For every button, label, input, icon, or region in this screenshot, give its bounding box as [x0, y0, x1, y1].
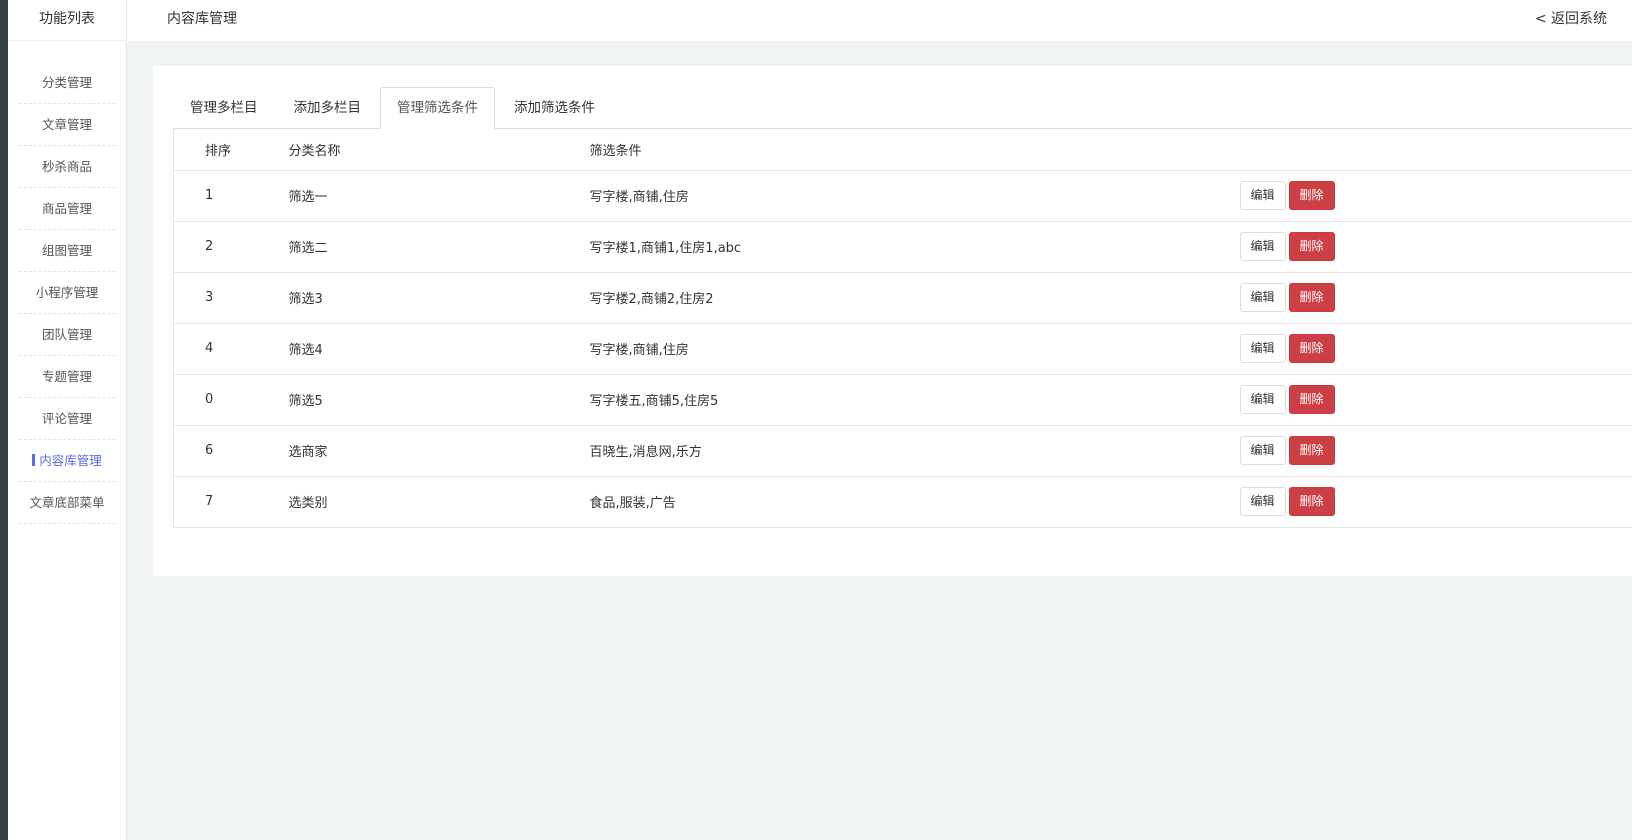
conditions-cell: 写字楼,商铺,住房 — [589, 323, 1240, 375]
conditions-cell: 写字楼,商铺,住房 — [589, 170, 1240, 222]
sidebar-item[interactable]: 文章底部菜单 — [19, 482, 115, 524]
sidebar: 功能列表 分类管理 文章管理 秒杀商品 商品管理 组图管理 小程序管理 团队管理 专题管理 评论… — [8, 0, 127, 840]
conditions-cell: 百晓生,消息网,乐方 — [589, 425, 1240, 477]
edit-button[interactable]: 编辑 — [1239, 334, 1286, 363]
sidebar-item[interactable]: 秒杀商品 — [19, 146, 115, 188]
delete-button[interactable]: 删除 — [1288, 283, 1335, 312]
table-row: 4 筛选4 写字楼,商铺,住房 编辑 删除 — [173, 323, 1632, 375]
delete-button[interactable]: 删除 — [1288, 232, 1335, 261]
order-cell: 4 — [173, 323, 289, 375]
tab[interactable]: 添加多栏目 — [277, 87, 379, 129]
sidebar-item[interactable]: 团队管理 — [19, 314, 115, 356]
sidebar-item[interactable]: 专题管理 — [19, 356, 115, 398]
actions-cell: 编辑 删除 — [1239, 272, 1632, 324]
table-row: 7 选类别 食品,服装,广告 编辑 删除 — [173, 476, 1632, 528]
delete-button[interactable]: 删除 — [1288, 385, 1335, 414]
actions-cell: 编辑 删除 — [1239, 170, 1632, 222]
sidebar-item[interactable]: 分类管理 — [19, 62, 115, 104]
col-conditions: 筛选条件 — [589, 129, 1240, 171]
sidebar-menu: 分类管理 文章管理 秒杀商品 商品管理 组图管理 小程序管理 团队管理 专题管理 评论管理 内容库… — [8, 41, 126, 524]
actions-cell: 编辑 删除 — [1239, 374, 1632, 426]
left-edge-bar — [0, 0, 8, 840]
sidebar-item[interactable]: 评论管理 — [19, 398, 115, 440]
col-name: 分类名称 — [288, 129, 590, 171]
table-row: 6 选商家 百晓生,消息网,乐方 编辑 删除 — [173, 425, 1632, 477]
name-cell: 筛选5 — [288, 374, 590, 426]
actions-cell: 编辑 删除 — [1239, 476, 1632, 528]
edit-button[interactable]: 编辑 — [1239, 385, 1286, 414]
edit-button[interactable]: 编辑 — [1239, 283, 1286, 312]
tab[interactable]: 添加筛选条件 — [497, 87, 612, 129]
order-cell: 1 — [173, 170, 289, 222]
filter-table: 排序 分类名称 筛选条件 1 筛选一 写字楼,商铺,住房 编辑 删除 2 筛选二 写字楼1,商… — [173, 129, 1632, 528]
delete-button[interactable]: 删除 — [1288, 436, 1335, 465]
order-cell: 2 — [173, 221, 289, 273]
name-cell: 筛选一 — [288, 170, 590, 222]
sidebar-item[interactable]: 小程序管理 — [19, 272, 115, 314]
name-cell: 筛选3 — [288, 272, 590, 324]
conditions-cell: 写字楼2,商铺2,住房2 — [589, 272, 1240, 324]
order-cell: 0 — [173, 374, 289, 426]
conditions-cell: 写字楼1,商铺1,住房1,abc — [589, 221, 1240, 273]
sidebar-item[interactable]: 内容库管理 — [19, 440, 115, 482]
table-header-row: 排序 分类名称 筛选条件 — [173, 129, 1632, 171]
tab[interactable]: 管理筛选条件 — [380, 87, 495, 129]
actions-cell: 编辑 删除 — [1239, 425, 1632, 477]
back-to-system-link[interactable]: < 返回系统 — [1535, 8, 1607, 28]
order-cell: 6 — [173, 425, 289, 477]
table-row: 2 筛选二 写字楼1,商铺1,住房1,abc 编辑 删除 — [173, 221, 1632, 273]
delete-button[interactable]: 删除 — [1288, 334, 1335, 363]
table-row: 0 筛选5 写字楼五,商铺5,住房5 编辑 删除 — [173, 374, 1632, 426]
name-cell: 筛选二 — [288, 221, 590, 273]
col-order: 排序 — [173, 129, 289, 171]
sidebar-title: 功能列表 — [8, 0, 126, 41]
edit-button[interactable]: 编辑 — [1239, 181, 1286, 210]
content-panel: 管理多栏目 添加多栏目 管理筛选条件 添加筛选条件 排序 分类名称 筛选条件 1 筛选一… — [153, 66, 1632, 576]
tab-bar: 管理多栏目 添加多栏目 管理筛选条件 添加筛选条件 — [173, 87, 1632, 129]
page-title: 内容库管理 — [167, 11, 237, 27]
name-cell: 筛选4 — [288, 323, 590, 375]
sidebar-item[interactable]: 文章管理 — [19, 104, 115, 146]
top-header: 内容库管理 < 返回系统 — [127, 0, 1632, 41]
sidebar-item[interactable]: 商品管理 — [19, 188, 115, 230]
order-cell: 3 — [173, 272, 289, 324]
order-cell: 7 — [173, 476, 289, 528]
delete-button[interactable]: 删除 — [1288, 181, 1335, 210]
delete-button[interactable]: 删除 — [1288, 487, 1335, 516]
actions-cell: 编辑 删除 — [1239, 221, 1632, 273]
table-row: 3 筛选3 写字楼2,商铺2,住房2 编辑 删除 — [173, 272, 1632, 324]
sidebar-item[interactable]: 组图管理 — [19, 230, 115, 272]
actions-cell: 编辑 删除 — [1239, 323, 1632, 375]
name-cell: 选商家 — [288, 425, 590, 477]
edit-button[interactable]: 编辑 — [1239, 436, 1286, 465]
conditions-cell: 写字楼五,商铺5,住房5 — [589, 374, 1240, 426]
col-actions — [1239, 129, 1632, 171]
name-cell: 选类别 — [288, 476, 590, 528]
edit-button[interactable]: 编辑 — [1239, 487, 1286, 516]
conditions-cell: 食品,服装,广告 — [589, 476, 1240, 528]
table-row: 1 筛选一 写字楼,商铺,住房 编辑 删除 — [173, 170, 1632, 222]
tab[interactable]: 管理多栏目 — [173, 87, 275, 129]
edit-button[interactable]: 编辑 — [1239, 232, 1286, 261]
